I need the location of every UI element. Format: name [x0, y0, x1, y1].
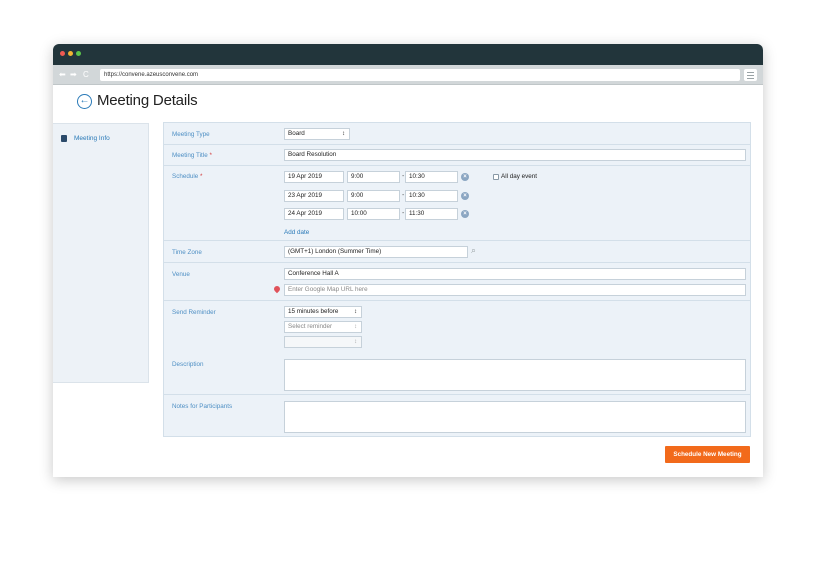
title-bar [53, 44, 763, 65]
maximize-window-button[interactable] [76, 51, 81, 56]
reminder-select-2[interactable]: Select reminder ↕ [284, 321, 362, 333]
send-reminder-row: Send Reminder 15 minutes before ↕ Select… [164, 301, 750, 353]
sidebar-item-meeting-info[interactable]: Meeting Info [61, 135, 110, 142]
schedule-end-time-input[interactable]: 10:30 [405, 171, 458, 183]
notes-textarea[interactable] [284, 401, 746, 433]
sidebar: Meeting Info [53, 123, 149, 383]
map-url-input[interactable]: Enter Google Map URL here [284, 284, 746, 296]
schedule-date-input[interactable]: 24 Apr 2019 [284, 208, 344, 220]
page-title: Meeting Details [97, 92, 198, 109]
select-arrow-icon: ↕ [354, 309, 357, 315]
venue-input[interactable]: Conference Hall A [284, 268, 746, 280]
back-circle-icon[interactable]: ← [77, 94, 92, 109]
meeting-type-value: Board [288, 130, 305, 137]
browser-window: ⬅ ➡ C https://convene.azeusconvene.com ←… [53, 44, 763, 477]
address-bar: ⬅ ➡ C https://convene.azeusconvene.com [53, 65, 763, 85]
close-window-button[interactable] [60, 51, 65, 56]
description-textarea[interactable] [284, 359, 746, 391]
schedule-start-time-input[interactable]: 10:00 [347, 208, 400, 220]
back-arrow-icon[interactable]: ⬅ [59, 70, 66, 80]
time-zone-row: Time Zone (GMT+1) London (Summer Time) ⌕ [164, 241, 750, 263]
schedule-start-time-input[interactable]: 9:00 [347, 171, 400, 183]
meeting-title-input[interactable]: Board Resolution [284, 149, 746, 161]
book-icon [61, 135, 67, 142]
remove-date-icon[interactable]: × [461, 210, 469, 218]
meeting-type-row: Meeting Type Board ↕ [164, 123, 750, 145]
schedule-new-meeting-button[interactable]: Schedule New Meeting [665, 446, 750, 463]
notes-row: Notes for Participants [164, 395, 750, 436]
all-day-checkbox[interactable] [493, 174, 499, 180]
schedule-start-time-input[interactable]: 9:00 [347, 190, 400, 202]
url-input[interactable]: https://convene.azeusconvene.com [100, 69, 740, 81]
reload-icon[interactable]: C [83, 70, 89, 80]
remove-date-icon[interactable]: × [461, 192, 469, 200]
time-zone-label: Time Zone [172, 249, 202, 256]
schedule-end-time-input[interactable]: 11:30 [405, 208, 458, 220]
schedule-date-input[interactable]: 23 Apr 2019 [284, 190, 344, 202]
schedule-end-time-input[interactable]: 10:30 [405, 190, 458, 202]
schedule-date-input[interactable]: 19 Apr 2019 [284, 171, 344, 183]
meeting-title-row: Meeting Title * Board Resolution [164, 145, 750, 166]
all-day-label: All day event [501, 173, 538, 180]
hamburger-menu-icon[interactable] [744, 69, 757, 81]
sidebar-item-label: Meeting Info [74, 135, 110, 142]
description-row: Description [164, 353, 750, 395]
send-reminder-label: Send Reminder [172, 309, 216, 316]
meeting-title-label: Meeting Title * [172, 152, 212, 159]
forward-arrow-icon[interactable]: ➡ [70, 70, 77, 80]
page-header: ← Meeting Details [53, 85, 763, 123]
venue-label: Venue [172, 271, 190, 278]
time-separator: - [402, 192, 405, 199]
time-zone-input[interactable]: (GMT+1) London (Summer Time) [284, 246, 468, 258]
select-arrow-icon: ↕ [342, 131, 345, 137]
map-pin-icon [272, 284, 282, 294]
description-label: Description [172, 361, 204, 368]
meeting-form: Meeting Type Board ↕ Meeting Title * Boa… [163, 122, 751, 437]
time-separator: - [402, 210, 405, 217]
reminder-select-3[interactable]: ↕ [284, 336, 362, 348]
time-separator: - [402, 173, 405, 180]
schedule-row: Schedule * 19 Apr 2019 9:00 - 10:30 × Al… [164, 166, 750, 241]
reminder-placeholder: Select reminder [288, 323, 333, 330]
notes-label: Notes for Participants [172, 403, 233, 410]
remove-date-icon[interactable]: × [461, 173, 469, 181]
reminder-value: 15 minutes before [288, 308, 339, 315]
meeting-type-label: Meeting Type [172, 131, 210, 138]
select-arrow-icon: ↕ [354, 339, 357, 345]
select-arrow-icon: ↕ [354, 324, 357, 330]
venue-row: Venue Conference Hall A Enter Google Map… [164, 263, 750, 301]
add-date-link[interactable]: Add date [284, 229, 309, 236]
reminder-select[interactable]: 15 minutes before ↕ [284, 306, 362, 318]
minimize-window-button[interactable] [68, 51, 73, 56]
meeting-type-select[interactable]: Board ↕ [284, 128, 350, 140]
schedule-label: Schedule * [172, 173, 203, 180]
search-icon[interactable]: ⌕ [471, 245, 476, 256]
